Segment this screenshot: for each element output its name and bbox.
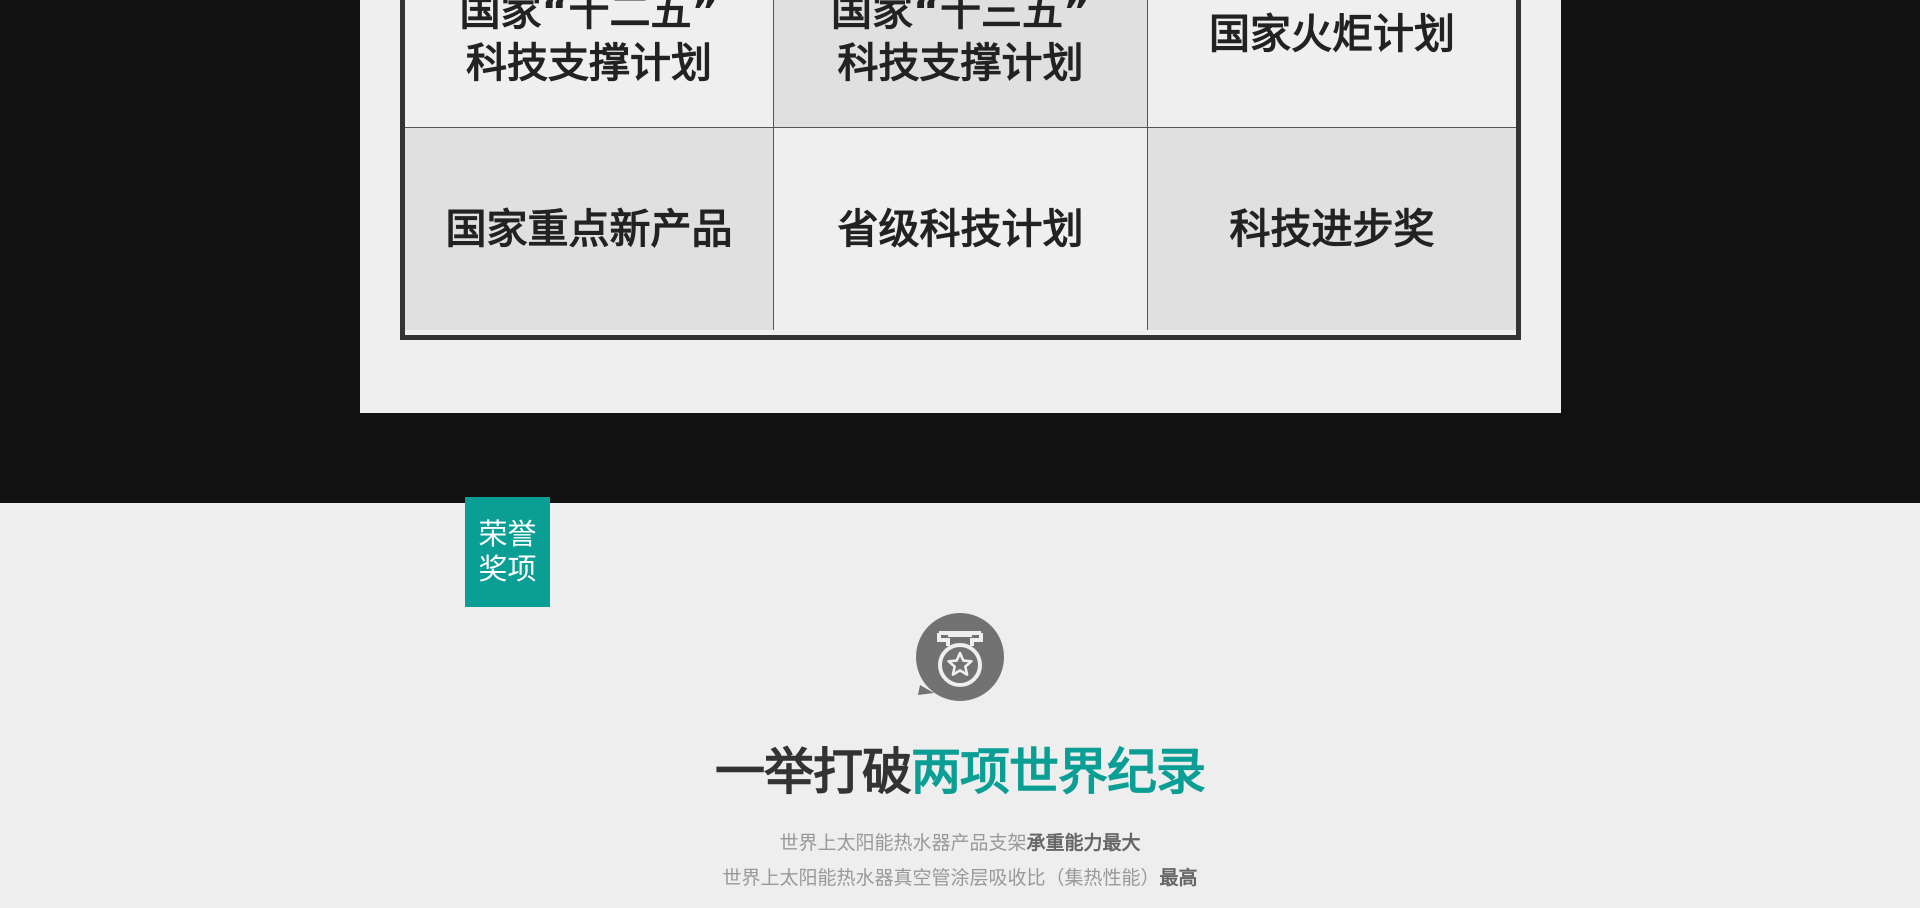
award-cell: 省级科技计划	[774, 128, 1148, 330]
description-plain: 世界上太阳能热水器产品支架	[779, 832, 1027, 854]
award-cell: 国家“十三五” 科技支撑计划	[774, 0, 1148, 128]
award-line: 国家“十三五”	[831, 0, 1090, 35]
description-strong: 最高	[1159, 867, 1198, 889]
description-line-1: 世界上太阳能热水器产品支架承重能力最大	[0, 830, 1920, 856]
headline-plain: 一举打破	[715, 743, 912, 801]
medal-badge-icon	[916, 613, 1004, 701]
section-tag: 荣誉 奖项	[465, 497, 550, 607]
award-cell: 国家“十二五” 科技支撑计划	[405, 0, 774, 128]
description-strong: 承重能力最大	[1026, 832, 1141, 854]
award-cell: 国家火炬计划	[1148, 0, 1516, 128]
awards-table: 国家“十二五” 科技支撑计划 国家“十三五” 科技支撑计划 国家火炬计划 国家重…	[400, 0, 1521, 340]
headline: 一举打破两项世界纪录	[0, 740, 1920, 804]
description-line-2: 世界上太阳能热水器真空管涂层吸收比（集热性能）最高	[0, 865, 1920, 891]
award-cell: 国家重点新产品	[405, 128, 774, 330]
award-line: 省级科技计划	[837, 205, 1084, 253]
award-line: 科技进步奖	[1229, 205, 1435, 253]
award-line: 国家火炬计划	[1209, 10, 1455, 58]
section-tag-line: 荣誉	[478, 517, 537, 551]
award-cell: 科技进步奖	[1148, 128, 1516, 330]
award-line: 科技支撑计划	[837, 39, 1084, 87]
award-line: 国家“十二五”	[459, 0, 719, 35]
award-line: 国家重点新产品	[445, 205, 733, 253]
description-plain: 世界上太阳能热水器真空管涂层吸收比（集热性能）	[722, 867, 1160, 889]
headline-accent: 两项世界纪录	[911, 743, 1206, 801]
section-tag-line: 奖项	[478, 552, 537, 586]
award-line: 科技支撑计划	[466, 39, 712, 87]
